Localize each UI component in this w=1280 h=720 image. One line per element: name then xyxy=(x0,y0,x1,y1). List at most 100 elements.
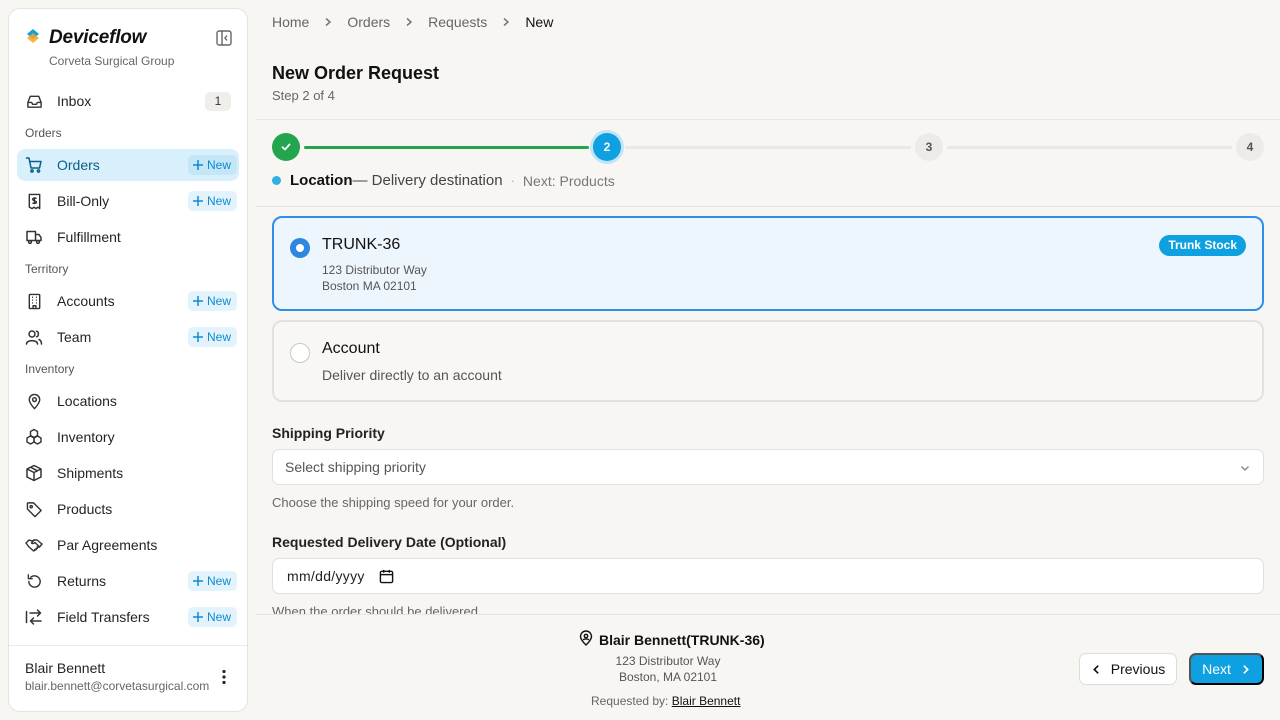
sidebar-collapse-icon[interactable] xyxy=(215,29,233,47)
calendar-icon[interactable] xyxy=(379,569,394,584)
sidebar-item-field-transfers[interactable]: Field Transfers New xyxy=(17,601,239,633)
step-3: 3 xyxy=(915,133,943,161)
sidebar-item-orders[interactable]: Orders New xyxy=(17,149,239,181)
deviceflow-logo-icon xyxy=(25,28,41,49)
breadcrumb-home[interactable]: Home xyxy=(272,14,309,30)
sidebar-item-label: Locations xyxy=(57,393,117,409)
location-option-trunk[interactable]: TRUNK-36 123 Distributor Way Boston MA 0… xyxy=(272,216,1264,311)
requested-by-label: Requested by: xyxy=(591,694,669,708)
new-order-button[interactable]: New xyxy=(187,155,237,175)
plus-icon xyxy=(192,296,203,306)
user-email: blair.bennett@corvetasurgical.com xyxy=(25,679,210,693)
section-label-inventory: Inventory xyxy=(25,362,75,376)
sidebar-item-label: Field Transfers xyxy=(57,609,150,625)
sidebar-item-team[interactable]: Team New xyxy=(17,321,239,353)
previous-button[interactable]: Previous xyxy=(1079,653,1177,685)
delivery-date-input[interactable]: mm/dd/yyyy xyxy=(272,558,1264,594)
breadcrumb-orders[interactable]: Orders xyxy=(347,14,390,30)
inbox-icon xyxy=(25,92,43,110)
sidebar-item-label: Accounts xyxy=(57,293,115,309)
delivery-date-value: mm/dd/yyyy xyxy=(287,568,365,584)
sidebar-item-returns[interactable]: Returns New xyxy=(17,565,239,597)
package-icon xyxy=(25,464,43,482)
sidebar-item-label: Shipments xyxy=(57,465,124,481)
chevron-right-icon xyxy=(1243,664,1249,674)
sidebar-item-label: Fulfillment xyxy=(57,229,121,245)
step-caption-description: — Delivery destination xyxy=(352,172,503,189)
sidebar-nav: Inbox 1 Orders Orders New Bill-Only New xyxy=(17,85,239,637)
chevron-right-icon xyxy=(323,17,333,27)
radio-unselected[interactable] xyxy=(290,343,310,363)
user-name: Blair Bennett xyxy=(25,660,106,676)
brand[interactable]: Deviceflow xyxy=(25,27,146,49)
stepper: 2 3 4 Location — Delivery destination · … xyxy=(256,119,1280,207)
step-1-complete[interactable] xyxy=(272,133,300,161)
tag-icon xyxy=(25,500,43,518)
section-label-orders: Orders xyxy=(25,126,62,140)
sidebar-item-accounts[interactable]: Accounts New xyxy=(17,285,239,317)
section-label-territory: Territory xyxy=(25,262,69,276)
more-vertical-icon[interactable] xyxy=(215,668,233,686)
sidebar-item-label: Inventory xyxy=(57,429,115,445)
sidebar-item-fulfillment[interactable]: Fulfillment xyxy=(17,221,239,253)
chevron-right-icon xyxy=(501,17,511,27)
step-caption-separator: · xyxy=(510,173,515,188)
sidebar-item-shipments[interactable]: Shipments xyxy=(17,457,239,489)
breadcrumb-new: New xyxy=(525,14,554,30)
next-button[interactable]: Next xyxy=(1189,653,1264,685)
cart-icon xyxy=(25,156,43,174)
handshake-icon xyxy=(25,536,43,554)
shipping-priority-label: Shipping Priority xyxy=(272,425,385,441)
step-caption-title: Location xyxy=(290,172,353,189)
breadcrumb-requests[interactable]: Requests xyxy=(428,14,487,30)
receipt-icon xyxy=(25,192,43,210)
ship-to-address-line-1: 123 Distributor Way xyxy=(615,654,721,668)
trunk-stock-badge: Trunk Stock xyxy=(1159,235,1246,256)
current-step-dot xyxy=(272,176,281,185)
delivery-date-label: Requested Delivery Date (Optional) xyxy=(272,534,507,550)
sidebar-item-products[interactable]: Products xyxy=(17,493,239,525)
sidebar-item-label: Inbox xyxy=(57,93,92,109)
page-step-indicator: Step 2 of 4 xyxy=(272,88,335,103)
shipping-priority-select[interactable]: Select shipping priority xyxy=(272,449,1264,485)
step-caption-next: Next: Products xyxy=(522,172,615,189)
location-option-account[interactable]: Account Deliver directly to an account xyxy=(272,320,1264,402)
sidebar-item-bill-only[interactable]: Bill-Only New xyxy=(17,185,239,217)
plus-icon xyxy=(192,332,203,342)
radio-selected[interactable] xyxy=(290,238,310,258)
plus-icon xyxy=(192,576,203,586)
requested-by-user-link[interactable]: Blair Bennett xyxy=(672,694,741,708)
user-profile[interactable]: Blair Bennett blair.bennett@corvetasurgi… xyxy=(9,645,247,711)
step-2-current[interactable]: 2 xyxy=(593,133,621,161)
step-connector-1 xyxy=(304,146,589,149)
new-field-transfer-button[interactable]: New xyxy=(187,607,237,627)
sidebar-item-locations[interactable]: Locations xyxy=(17,385,239,417)
brand-name: Deviceflow xyxy=(49,27,147,48)
sidebar-item-par-agreements[interactable]: Par Agreements xyxy=(17,529,239,561)
delivery-date-help: When the order should be delivered xyxy=(272,604,478,614)
fulfillment-truck-icon xyxy=(25,228,43,246)
sidebar-item-label: Returns xyxy=(57,573,107,589)
rotate-ccw-icon xyxy=(25,572,43,590)
option-address-line-1: 123 Distributor Way xyxy=(322,263,427,277)
new-account-button[interactable]: New xyxy=(187,291,237,311)
step-connector-3 xyxy=(947,146,1232,149)
form-scroll-area[interactable]: TRUNK-36 123 Distributor Way Boston MA 0… xyxy=(256,208,1280,614)
requested-by: Requested by: Blair Bennett xyxy=(591,694,740,708)
sidebar: Deviceflow Corveta Surgical Group Inbox … xyxy=(8,8,248,712)
plus-icon xyxy=(192,160,203,170)
sidebar-item-label: Team xyxy=(57,329,92,345)
sidebar-item-label: Products xyxy=(57,501,113,517)
chevron-down-icon xyxy=(1239,461,1251,479)
transfer-arrows-icon xyxy=(25,608,43,626)
new-team-member-button[interactable]: New xyxy=(187,327,237,347)
sidebar-item-inbox[interactable]: Inbox 1 xyxy=(17,85,239,117)
sidebar-item-inventory[interactable]: Inventory xyxy=(17,421,239,453)
breadcrumb: Home Orders Requests New xyxy=(272,14,553,30)
sidebar-item-label: Bill-Only xyxy=(57,193,110,209)
new-bill-only-button[interactable]: New xyxy=(187,191,237,211)
form-footer: Blair Bennett(TRUNK-36) 123 Distributor … xyxy=(256,614,1280,720)
map-pin-icon xyxy=(25,392,43,410)
new-return-button[interactable]: New xyxy=(187,571,237,591)
shipping-priority-help: Choose the shipping speed for your order… xyxy=(272,495,515,510)
